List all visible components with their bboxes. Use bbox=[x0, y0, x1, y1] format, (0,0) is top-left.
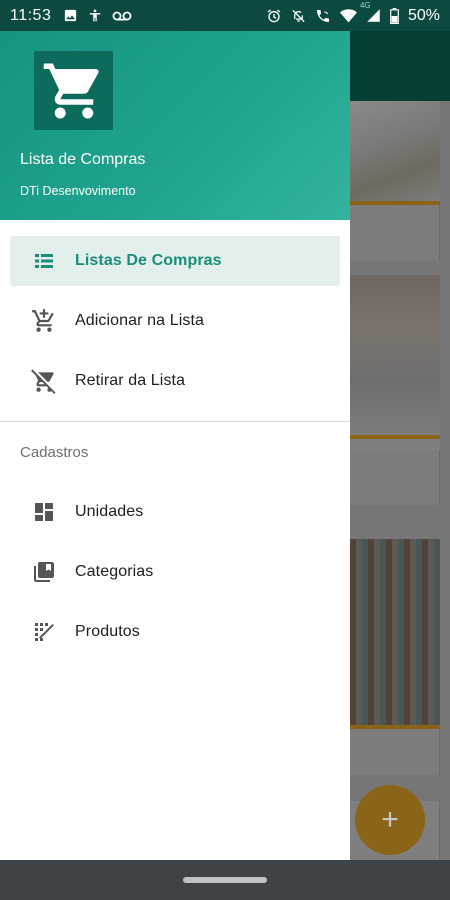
menu-item-listas-de-compras[interactable]: Listas De Compras bbox=[10, 236, 340, 286]
add-cart-icon bbox=[12, 308, 76, 334]
app-logo bbox=[34, 51, 113, 130]
battery-icon bbox=[390, 7, 399, 24]
home-gesture-handle[interactable] bbox=[183, 877, 267, 883]
product-card bbox=[350, 101, 440, 261]
shopping-cart-icon bbox=[41, 58, 107, 124]
battery-level: 50% bbox=[407, 6, 440, 24]
system-nav-bar bbox=[0, 860, 450, 900]
remove-cart-icon bbox=[12, 368, 76, 394]
menu-divider bbox=[0, 421, 350, 422]
menu-item-retirar-da-lista[interactable]: Retirar da Lista bbox=[10, 356, 340, 406]
list-icon bbox=[12, 249, 76, 273]
card-accent-bar bbox=[350, 435, 440, 439]
signal-icon: 4G bbox=[360, 1, 381, 23]
menu-item-label: Produtos bbox=[75, 623, 140, 640]
menu-item-adicionar-na-lista[interactable]: Adicionar na Lista bbox=[10, 296, 340, 346]
card-accent-bar bbox=[350, 725, 440, 729]
add-fab-label: + bbox=[381, 803, 399, 836]
status-time: 11:53 bbox=[10, 6, 52, 24]
app-subtitle: DTi Desenvovimento bbox=[20, 184, 136, 198]
status-bar: 11:53 4G 50% bbox=[0, 0, 450, 31]
background-app: + bbox=[350, 31, 450, 860]
barcode-icon bbox=[12, 620, 76, 644]
library-icon bbox=[12, 560, 76, 584]
menu-item-categorias[interactable]: Categorias bbox=[10, 547, 340, 597]
product-image bbox=[350, 539, 440, 725]
network-type: 4G bbox=[359, 1, 371, 10]
menu-item-produtos[interactable]: Produtos bbox=[10, 607, 340, 657]
notifications-off-icon bbox=[291, 8, 306, 24]
section-title-cadastros: Cadastros bbox=[20, 444, 89, 461]
wifi-call-icon bbox=[315, 8, 331, 24]
add-fab-button[interactable]: + bbox=[355, 785, 425, 855]
app-title: Lista de Compras bbox=[20, 151, 146, 168]
drawer-header: Lista de Compras DTi Desenvovimento bbox=[0, 31, 350, 220]
wifi-icon bbox=[339, 8, 357, 23]
accessibility-icon bbox=[88, 8, 102, 23]
menu-item-label: Listas De Compras bbox=[75, 252, 222, 269]
menu-item-unidades[interactable]: Unidades bbox=[10, 487, 340, 537]
product-card bbox=[350, 539, 440, 775]
status-right-icons: 4G 50% bbox=[266, 1, 440, 25]
product-image bbox=[350, 275, 440, 450]
voicemail-icon bbox=[112, 10, 132, 22]
navigation-drawer: Lista de Compras DTi Desenvovimento List… bbox=[0, 31, 350, 860]
background-toolbar bbox=[350, 31, 450, 101]
menu-item-label: Retirar da Lista bbox=[75, 372, 186, 389]
card-accent-bar bbox=[350, 201, 440, 205]
menu-item-label: Categorias bbox=[75, 563, 154, 580]
product-card bbox=[350, 275, 440, 505]
image-icon bbox=[63, 8, 78, 23]
dashboard-icon bbox=[12, 500, 76, 524]
menu-item-label: Adicionar na Lista bbox=[75, 312, 204, 329]
alarm-icon bbox=[266, 8, 282, 24]
status-left-icons bbox=[63, 8, 132, 23]
menu-item-label: Unidades bbox=[75, 503, 144, 520]
background-content: + bbox=[350, 101, 450, 860]
product-image bbox=[350, 101, 440, 201]
